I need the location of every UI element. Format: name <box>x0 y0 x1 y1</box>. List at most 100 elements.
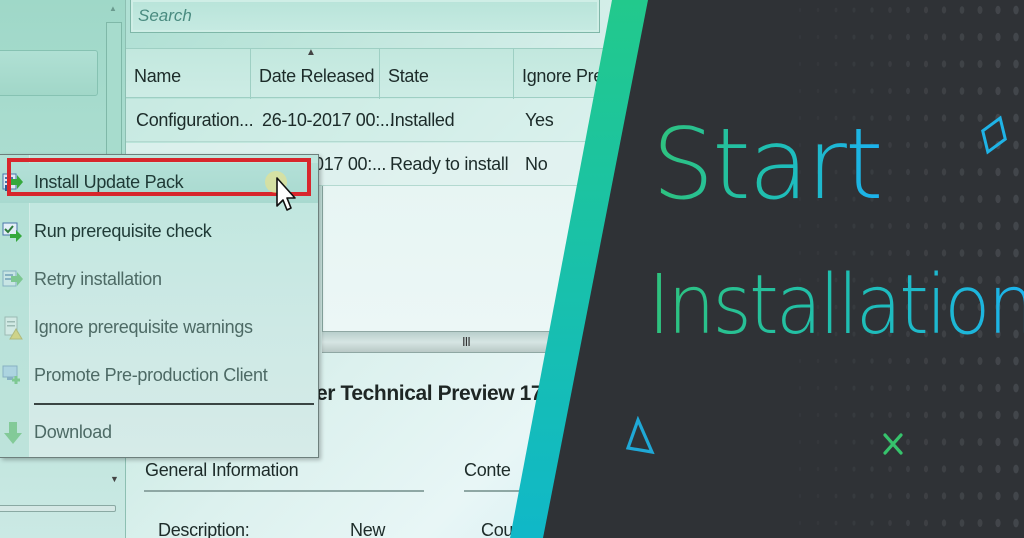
pattern-dot <box>959 384 965 392</box>
pattern-dot <box>941 168 947 176</box>
pattern-dot <box>923 33 929 41</box>
pattern-dot <box>834 439 838 445</box>
pattern-dot <box>888 492 892 500</box>
pattern-dot <box>906 222 910 230</box>
pattern-dot <box>923 438 929 446</box>
pattern-dot <box>852 466 856 472</box>
pattern-dot <box>852 412 856 418</box>
pattern-dot <box>834 61 838 67</box>
pattern-dot <box>959 195 965 203</box>
pattern-dot <box>888 411 892 419</box>
pattern-dot <box>959 222 965 230</box>
pattern-dot <box>798 386 802 390</box>
pattern-dot <box>923 195 929 203</box>
menu-item-run-prerequisite-check[interactable]: Run prerequisite check <box>0 212 318 252</box>
pattern-dot <box>870 412 874 418</box>
pattern-dot <box>906 411 910 419</box>
pattern-dot <box>852 385 856 391</box>
table-row[interactable]: Configuration... 26-10-2017 00:... Insta… <box>126 99 626 142</box>
pattern-dot <box>1013 410 1019 420</box>
pattern-dot <box>977 491 983 501</box>
pattern-dot <box>923 357 929 365</box>
pattern-dot <box>798 224 802 228</box>
pattern-dot <box>1013 32 1019 42</box>
column-header-state[interactable]: State <box>380 49 514 99</box>
pattern-dot <box>977 383 983 393</box>
pattern-dot <box>977 248 983 258</box>
pattern-dot <box>1013 194 1019 204</box>
pattern-dot <box>977 5 983 15</box>
menu-separator <box>34 403 314 405</box>
pattern-dot <box>888 33 892 41</box>
pattern-dot <box>959 465 965 473</box>
cell-ignore: Yes <box>525 110 554 130</box>
pattern-dot <box>977 356 983 366</box>
section-content[interactable]: Conte <box>464 460 511 481</box>
pattern-dot <box>906 384 910 392</box>
pattern-dot <box>834 493 838 499</box>
pattern-dot <box>834 466 838 472</box>
pattern-dot <box>959 492 965 500</box>
pattern-dot <box>923 114 929 122</box>
pattern-dot <box>977 86 983 96</box>
pattern-dot <box>977 464 983 474</box>
pattern-dot <box>906 33 910 41</box>
pattern-dot <box>852 61 856 67</box>
pattern-dot <box>906 168 910 176</box>
details-title: er Technical Preview 171 <box>316 382 554 405</box>
pattern-dot <box>834 358 838 364</box>
updates-table-header: Name Date Released ▲ State Ignore Prere <box>126 47 626 99</box>
pattern-dot <box>798 35 802 39</box>
pattern-dot <box>798 359 802 363</box>
search-input[interactable]: Search <box>130 0 600 33</box>
pattern-dot <box>870 439 874 445</box>
pattern-dot <box>906 114 910 122</box>
pattern-dot <box>798 89 802 93</box>
pattern-dot <box>852 250 856 256</box>
pattern-dot <box>870 493 874 499</box>
navigation-scrollbar[interactable] <box>106 22 122 157</box>
pattern-dot <box>888 195 892 203</box>
menu-item-promote-pre-production-client[interactable]: Promote Pre-production Client <box>0 356 318 396</box>
pattern-dot <box>941 222 947 230</box>
pattern-dot <box>906 195 910 203</box>
pattern-dot <box>798 467 802 471</box>
menu-item-label: Promote Pre-production Client <box>34 365 268 385</box>
pattern-dot <box>798 251 802 255</box>
navigation-horizontal-scrollbar[interactable] <box>0 505 116 512</box>
menu-item-ignore-prerequisite-warnings[interactable]: Ignore prerequisite warnings <box>0 308 318 348</box>
navigation-node[interactable] <box>0 50 98 96</box>
pattern-dot <box>995 491 1001 501</box>
pattern-dot <box>906 6 910 14</box>
pattern-dot <box>995 248 1001 258</box>
pattern-dot <box>923 519 929 527</box>
pattern-dot <box>1013 383 1019 393</box>
pattern-dot <box>852 358 856 364</box>
chevron-down-icon[interactable]: ▼ <box>110 474 119 484</box>
pattern-dot <box>923 465 929 473</box>
pattern-dot <box>834 88 838 94</box>
section-general-information[interactable]: General Information <box>145 460 299 481</box>
pattern-dot <box>870 61 874 67</box>
pattern-dot <box>1013 140 1019 150</box>
pattern-dot <box>798 440 802 444</box>
pattern-dot <box>870 385 874 391</box>
pattern-dot <box>959 249 965 257</box>
pattern-dot <box>1013 518 1019 528</box>
scroll-grip[interactable]: III <box>462 334 471 349</box>
pattern-dot <box>816 250 820 256</box>
warning-icon <box>4 316 23 340</box>
pattern-dot <box>816 223 820 229</box>
column-header-name[interactable]: Name <box>126 49 251 99</box>
menu-item-retry-installation[interactable]: Retry installation <box>0 260 318 300</box>
pattern-dot <box>852 223 856 229</box>
list-horizontal-scrollbar[interactable]: III <box>322 331 622 353</box>
pattern-dot <box>995 167 1001 177</box>
pattern-dot <box>941 519 947 527</box>
pattern-dot <box>995 356 1001 366</box>
scroll-up-icon[interactable]: ▲ <box>109 4 117 13</box>
column-header-ignore-prereq[interactable]: Ignore Prere <box>514 49 644 99</box>
menu-item-download[interactable]: Download <box>0 413 318 453</box>
search-placeholder: Search <box>138 6 192 25</box>
pattern-dot <box>834 412 838 418</box>
